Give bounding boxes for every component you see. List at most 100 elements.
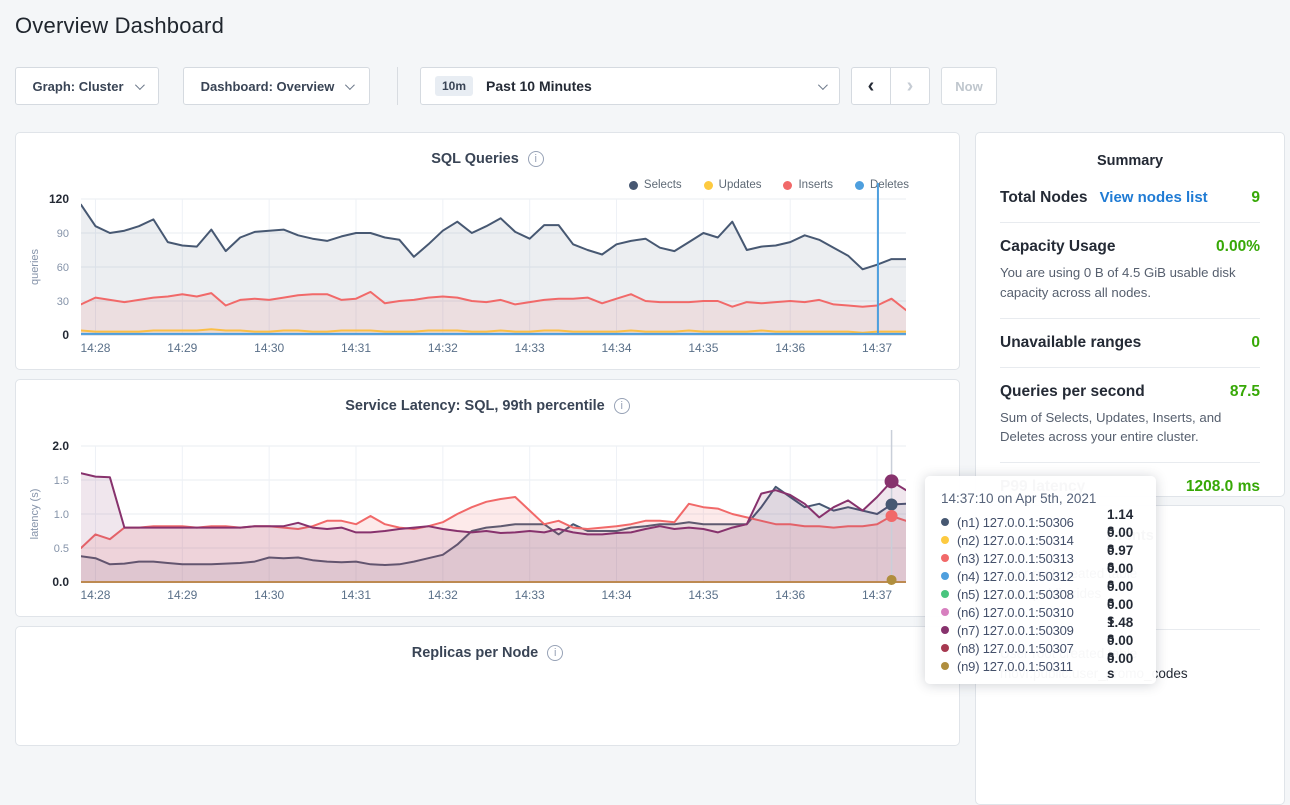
chart-hover-tooltip: 14:37:10 on Apr 5th, 2021 (n1) 127.0.0.1… bbox=[925, 476, 1156, 684]
svg-text:14:31: 14:31 bbox=[341, 588, 371, 602]
info-icon[interactable] bbox=[547, 645, 563, 661]
chevron-down-icon bbox=[134, 80, 144, 90]
sql-queries-panel: SQL Queries SelectsUpdatesInsertsDeletes… bbox=[15, 132, 960, 370]
node-color-dot-icon bbox=[941, 626, 949, 634]
capacity-desc: You are using 0 B of 4.5 GiB usable disk… bbox=[1000, 263, 1260, 303]
svg-text:14:36: 14:36 bbox=[775, 341, 805, 355]
svg-text:0.5: 0.5 bbox=[54, 543, 69, 555]
svg-text:60: 60 bbox=[57, 262, 69, 274]
unavailable-value: 0 bbox=[1251, 334, 1260, 352]
svg-text:14:30: 14:30 bbox=[254, 341, 284, 355]
total-nodes-value: 9 bbox=[1251, 189, 1260, 207]
svg-text:14:32: 14:32 bbox=[428, 341, 458, 355]
node-color-dot-icon bbox=[941, 662, 949, 670]
divider bbox=[1000, 318, 1260, 319]
svg-text:14:28: 14:28 bbox=[80, 588, 110, 602]
summary-panel: Summary Total Nodes View nodes list 9 Ca… bbox=[975, 132, 1285, 497]
unavailable-label: Unavailable ranges bbox=[1000, 334, 1141, 352]
node-color-dot-icon bbox=[941, 536, 949, 544]
time-prev-button[interactable] bbox=[851, 67, 891, 105]
svg-text:queries: queries bbox=[29, 248, 41, 285]
p99-value: 1208.0 ms bbox=[1186, 478, 1260, 496]
svg-text:14:28: 14:28 bbox=[80, 341, 110, 355]
node-address: (n3) 127.0.0.1:50313 bbox=[957, 551, 1107, 566]
svg-text:14:37: 14:37 bbox=[862, 588, 892, 602]
chevron-down-icon bbox=[818, 80, 828, 90]
node-color-dot-icon bbox=[941, 608, 949, 616]
node-address: (n8) 127.0.0.1:50307 bbox=[957, 641, 1107, 656]
summary-row-capacity: Capacity Usage 0.00% bbox=[1000, 238, 1260, 256]
view-nodes-list-link[interactable]: View nodes list bbox=[1100, 189, 1208, 206]
svg-text:90: 90 bbox=[57, 228, 69, 240]
node-color-dot-icon bbox=[941, 572, 949, 580]
tooltip-node-row: (n9) 127.0.0.1:503110.00 s bbox=[941, 657, 1140, 675]
total-nodes-label: Total Nodes bbox=[1000, 189, 1088, 207]
controls-divider bbox=[397, 67, 398, 105]
replicas-per-node-panel: Replicas per Node bbox=[15, 626, 960, 746]
time-next-button[interactable] bbox=[890, 67, 930, 105]
replicas-per-node-title: Replicas per Node bbox=[16, 645, 959, 661]
page-title: Overview Dashboard bbox=[15, 13, 224, 39]
dashboard-dropdown-label: Dashboard: Overview bbox=[201, 79, 335, 94]
time-range-selector[interactable]: 10m Past 10 Minutes bbox=[420, 67, 840, 105]
svg-text:2.0: 2.0 bbox=[52, 439, 69, 453]
node-address: (n6) 127.0.0.1:50310 bbox=[957, 605, 1107, 620]
node-color-dot-icon bbox=[941, 554, 949, 562]
svg-text:30: 30 bbox=[57, 296, 69, 308]
chart-title-text: Replicas per Node bbox=[412, 645, 539, 661]
node-address: (n5) 127.0.0.1:50308 bbox=[957, 587, 1107, 602]
svg-text:14:35: 14:35 bbox=[688, 588, 718, 602]
node-color-dot-icon bbox=[941, 518, 949, 526]
svg-text:14:37: 14:37 bbox=[862, 341, 892, 355]
svg-text:14:34: 14:34 bbox=[602, 588, 632, 602]
svg-text:14:29: 14:29 bbox=[167, 588, 197, 602]
svg-text:14:31: 14:31 bbox=[341, 341, 371, 355]
node-address: (n1) 127.0.0.1:50306 bbox=[957, 515, 1107, 530]
node-address: (n7) 127.0.0.1:50309 bbox=[957, 623, 1107, 638]
now-button[interactable]: Now bbox=[941, 67, 997, 105]
svg-text:14:36: 14:36 bbox=[775, 588, 805, 602]
svg-text:14:33: 14:33 bbox=[515, 588, 545, 602]
time-nav-group bbox=[851, 67, 930, 105]
sql-queries-chart[interactable]: 0 30 60 90 120 14:28 14:29 14:30 14:31 14:32 14:33… bbox=[16, 133, 959, 369]
svg-text:14:29: 14:29 bbox=[167, 341, 197, 355]
node-address: (n9) 127.0.0.1:50311 bbox=[957, 659, 1107, 674]
svg-text:120: 120 bbox=[49, 192, 69, 206]
node-latency-value: 0.00 s bbox=[1107, 651, 1140, 681]
capacity-value: 0.00% bbox=[1216, 238, 1260, 256]
node-address: (n4) 127.0.0.1:50312 bbox=[957, 569, 1107, 584]
node-color-dot-icon bbox=[941, 644, 949, 652]
svg-text:0: 0 bbox=[62, 328, 69, 342]
dashboard-dropdown[interactable]: Dashboard: Overview bbox=[183, 67, 370, 105]
overview-dashboard-page: Overview Dashboard Graph: Cluster Dashbo… bbox=[0, 0, 1290, 689]
node-color-dot-icon bbox=[941, 590, 949, 598]
svg-text:14:32: 14:32 bbox=[428, 588, 458, 602]
divider bbox=[1000, 222, 1260, 223]
divider bbox=[1000, 462, 1260, 463]
svg-text:0.0: 0.0 bbox=[52, 575, 69, 589]
graph-dropdown-label: Graph: Cluster bbox=[32, 79, 123, 94]
svg-text:1.0: 1.0 bbox=[54, 509, 69, 521]
qps-value: 87.5 bbox=[1230, 383, 1260, 401]
graph-dropdown[interactable]: Graph: Cluster bbox=[15, 67, 159, 105]
svg-text:14:30: 14:30 bbox=[254, 588, 284, 602]
divider bbox=[1000, 367, 1260, 368]
service-latency-panel: Service Latency: SQL, 99th percentile 0.… bbox=[15, 379, 960, 617]
time-range-badge: 10m bbox=[435, 76, 473, 96]
svg-text:latency (s): latency (s) bbox=[29, 489, 41, 540]
summary-title: Summary bbox=[1000, 153, 1260, 169]
time-range-label: Past 10 Minutes bbox=[486, 78, 592, 94]
svg-text:14:33: 14:33 bbox=[515, 341, 545, 355]
capacity-label: Capacity Usage bbox=[1000, 238, 1115, 256]
svg-text:14:35: 14:35 bbox=[688, 341, 718, 355]
node-address: (n2) 127.0.0.1:50314 bbox=[957, 533, 1107, 548]
summary-row-qps: Queries per second 87.5 bbox=[1000, 383, 1260, 401]
summary-row-total-nodes: Total Nodes View nodes list 9 bbox=[1000, 189, 1260, 207]
qps-desc: Sum of Selects, Updates, Inserts, and De… bbox=[1000, 408, 1260, 448]
qps-label: Queries per second bbox=[1000, 383, 1145, 401]
chevron-down-icon bbox=[345, 80, 355, 90]
svg-text:1.5: 1.5 bbox=[54, 475, 69, 487]
service-latency-chart[interactable]: 0.0 0.5 1.0 1.5 2.0 14:28 14:29 14:30 14:31 14:32… bbox=[16, 380, 959, 616]
summary-row-unavailable: Unavailable ranges 0 bbox=[1000, 334, 1260, 352]
svg-text:14:34: 14:34 bbox=[602, 341, 632, 355]
